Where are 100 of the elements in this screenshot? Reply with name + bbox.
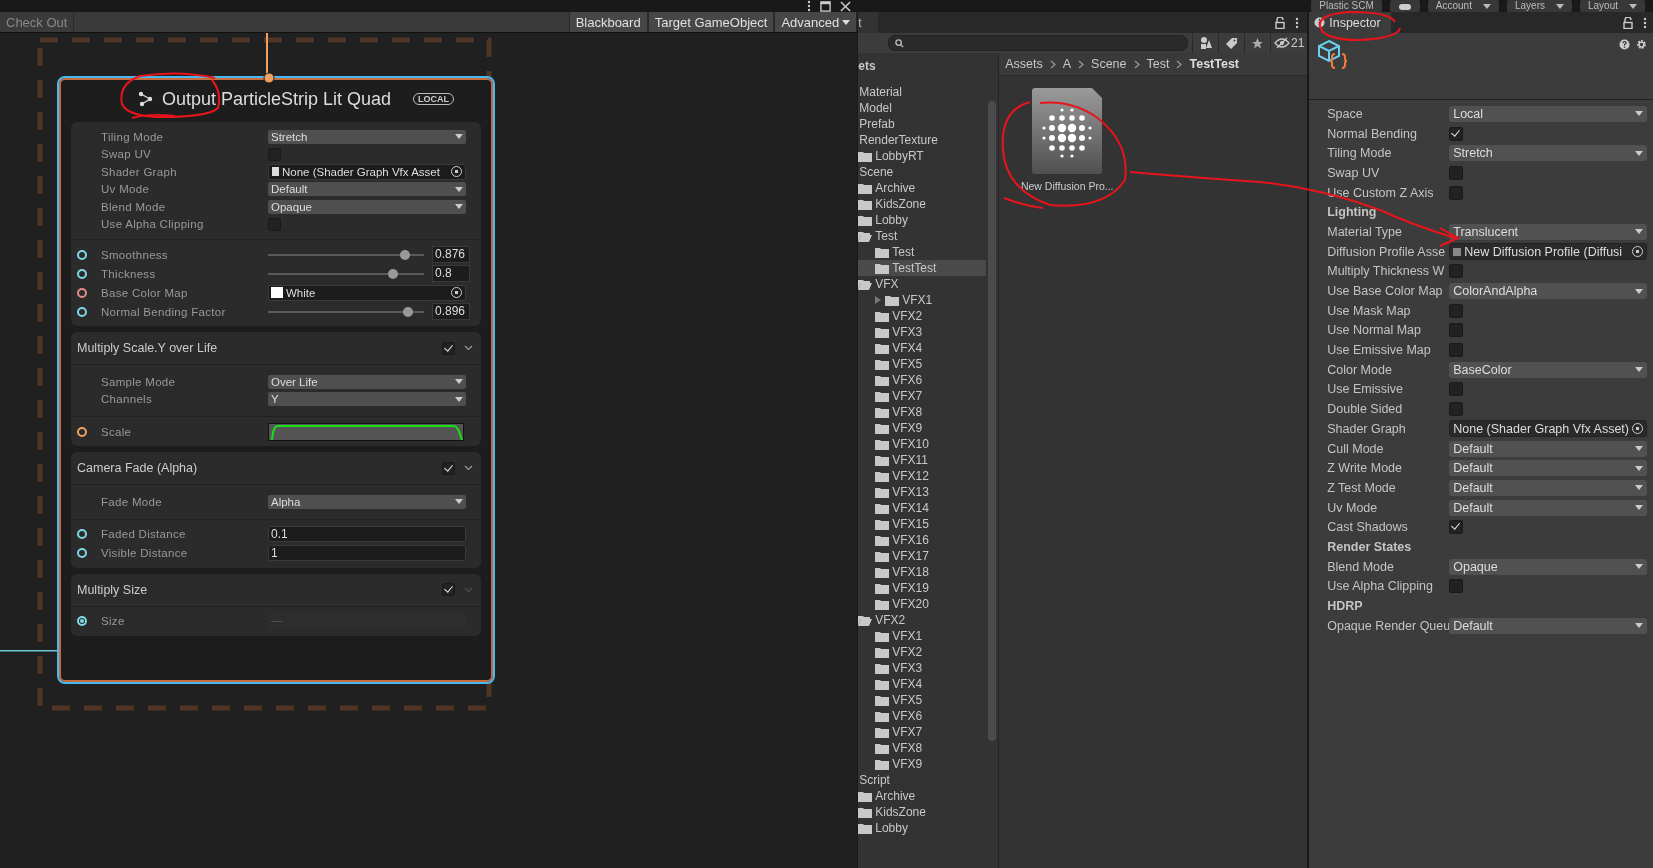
folder-item[interactable]: Script [858, 772, 987, 788]
folder-item[interactable]: Model [858, 100, 987, 116]
folder-item[interactable]: VFX18 [858, 564, 987, 580]
breadcrumb-item[interactable]: Assets [1005, 57, 1043, 71]
dropdown[interactable]: Opaque [1449, 558, 1647, 575]
asset-name[interactable]: New Diffusion Pro... [1020, 180, 1114, 192]
port-icon[interactable] [77, 287, 87, 298]
folder-item[interactable]: Archive [858, 788, 987, 804]
folder-item[interactable]: VFX2 [858, 612, 987, 628]
chevron-icon[interactable] [464, 345, 473, 351]
checkbox[interactable] [1449, 520, 1464, 535]
expand-arrow-icon[interactable] [874, 296, 883, 304]
dropdown[interactable]: Local [1449, 105, 1647, 122]
folder-item[interactable]: VFX8 [858, 740, 987, 756]
folder-item[interactable]: VFX10 [858, 436, 987, 452]
toolbar-dropdown[interactable]: Layers [1506, 0, 1572, 12]
dropdown[interactable]: BaseColor [1449, 361, 1647, 378]
checkbox[interactable] [1449, 382, 1464, 397]
folder-item[interactable]: VFX17 [858, 548, 987, 564]
folder-item[interactable]: VFX2 [858, 308, 987, 324]
checkbox[interactable] [442, 583, 455, 596]
checkbox[interactable] [442, 341, 455, 355]
folder-item[interactable]: Scene [858, 164, 987, 180]
toolbar-dropdown[interactable]: Layout [1579, 0, 1645, 12]
maximize-icon[interactable] [820, 0, 832, 12]
value-field[interactable]: 0.876 [432, 246, 470, 263]
value-field[interactable]: 0.8 [432, 265, 470, 282]
more-icon[interactable] [807, 0, 812, 12]
picker-icon[interactable] [451, 166, 462, 178]
dropdown[interactable]: Over Life [268, 374, 466, 389]
object-field[interactable]: New Diffusion Profile (Diffusi [1449, 243, 1647, 261]
folder-item[interactable]: Test [858, 244, 987, 260]
picker-icon[interactable] [1632, 423, 1643, 435]
folder-item[interactable]: VFX5 [858, 692, 987, 708]
folder-item[interactable]: VFX4 [858, 340, 987, 356]
checkbox[interactable] [1449, 264, 1464, 279]
folder-item[interactable]: Material [858, 84, 987, 100]
dropdown[interactable]: Default [268, 182, 466, 197]
folder-item[interactable]: Test [858, 228, 987, 244]
checkbox[interactable] [1449, 126, 1464, 141]
folder-item[interactable]: VFX1 [858, 292, 987, 308]
help-icon[interactable] [1619, 39, 1630, 50]
chevron-icon[interactable] [464, 465, 473, 471]
project-tab[interactable]: t [858, 12, 879, 33]
folder-item[interactable]: RenderTexture [858, 132, 987, 148]
checkbox[interactable] [442, 461, 455, 475]
folder-item[interactable]: VFX12 [858, 468, 987, 484]
port-icon[interactable] [77, 426, 87, 437]
dropdown[interactable]: Opaque [268, 199, 466, 214]
advanced-dropdown[interactable]: Advanced [774, 12, 858, 32]
dropdown[interactable]: Alpha [268, 494, 466, 509]
folder-item[interactable]: VFX7 [858, 388, 987, 404]
folder-item[interactable]: TestTest [858, 260, 987, 276]
dropdown[interactable]: Y [268, 392, 466, 407]
breadcrumb-item[interactable]: Test [1146, 57, 1170, 71]
folder-item[interactable]: VFX6 [858, 372, 987, 388]
checkbox[interactable] [1449, 185, 1464, 200]
toolbar-button[interactable]: Target GameObject [647, 12, 775, 32]
value-field[interactable]: 0.1 [268, 526, 466, 542]
picker-icon[interactable] [451, 287, 462, 298]
value-field[interactable]: 1 [268, 545, 466, 561]
toolbar-button[interactable]: Plastic SCM [1311, 0, 1382, 12]
folder-item[interactable]: VFX2 [858, 644, 987, 660]
dropdown[interactable]: Stretch [268, 129, 466, 144]
curve-field[interactable] [268, 422, 464, 441]
more-icon[interactable] [1295, 16, 1300, 29]
checkbox[interactable] [1449, 402, 1464, 417]
search-field[interactable] [888, 35, 1189, 51]
more-icon[interactable] [1643, 16, 1647, 29]
folder-item[interactable]: VFX5 [858, 356, 987, 372]
folder-item[interactable]: Archive [858, 180, 987, 196]
checkbox[interactable] [1449, 343, 1464, 358]
lock-icon[interactable] [1275, 16, 1286, 29]
settings-icon[interactable] [1636, 39, 1647, 50]
breadcrumb-item[interactable]: A [1062, 57, 1072, 71]
dropdown[interactable]: Default [1449, 460, 1647, 477]
folder-item[interactable]: VFX11 [858, 452, 987, 468]
folder-item[interactable]: LobbyRT [858, 148, 987, 164]
object-field[interactable]: None (Shader Graph Vfx Asset) [1449, 420, 1647, 438]
checkbox[interactable] [1449, 303, 1464, 318]
dropdown[interactable]: Default [1449, 479, 1647, 496]
close-icon[interactable] [840, 0, 852, 12]
folder-item[interactable]: VFX14 [858, 500, 987, 516]
texture-field[interactable]: White [268, 284, 466, 301]
folder-item[interactable]: VFX6 [858, 708, 987, 724]
checkbox[interactable] [1449, 323, 1464, 338]
folder-item[interactable]: VFX13 [858, 484, 987, 500]
folder-item[interactable]: VFX4 [858, 676, 987, 692]
dropdown[interactable]: ColorAndAlpha [1449, 283, 1647, 300]
folder-item[interactable]: VFX9 [858, 420, 987, 436]
scrollbar[interactable] [988, 101, 997, 741]
folder-item[interactable]: VFX3 [858, 660, 987, 676]
folder-item[interactable]: VFX16 [858, 532, 987, 548]
object-field[interactable]: None (Shader Graph Vfx Asset [268, 163, 466, 180]
checkbox[interactable] [1449, 579, 1464, 594]
breadcrumb-item[interactable]: Scene [1091, 57, 1127, 71]
picker-icon[interactable] [1632, 246, 1643, 258]
folder-item[interactable]: Lobby [858, 820, 987, 836]
folder-item[interactable]: VFX9 [858, 756, 987, 772]
folder-item[interactable]: VFX15 [858, 516, 987, 532]
